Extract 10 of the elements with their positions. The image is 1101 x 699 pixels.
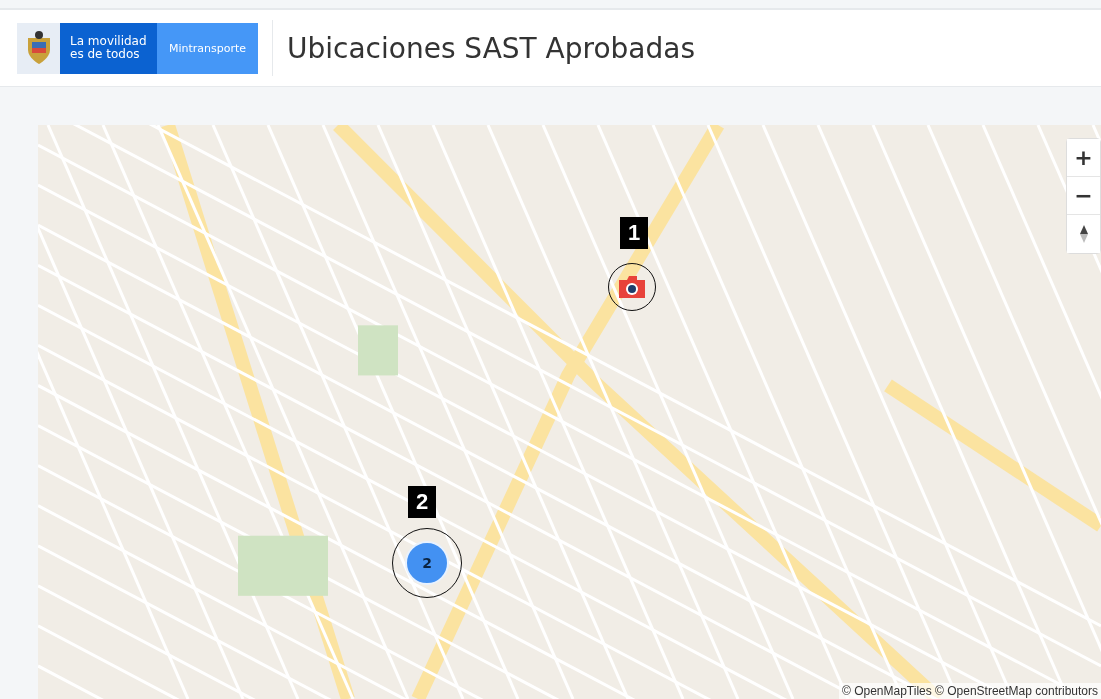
coat-of-arms-icon	[17, 22, 60, 74]
map-attribution: © OpenMapTiles © OpenStreetMap contributors	[838, 683, 1101, 699]
marker-number-label: 1	[620, 217, 649, 249]
page-title: Ubicaciones SAST Aprobadas	[287, 31, 695, 65]
zoom-in-button[interactable]: +	[1067, 139, 1100, 177]
marker-number-label: 2	[408, 486, 437, 518]
camera-marker-icon[interactable]	[617, 274, 647, 300]
logo-slogan: La movilidad es de todos	[60, 22, 157, 74]
logo-ministry: Mintransporte	[157, 22, 258, 74]
compass-arrow-icon	[1078, 224, 1089, 244]
